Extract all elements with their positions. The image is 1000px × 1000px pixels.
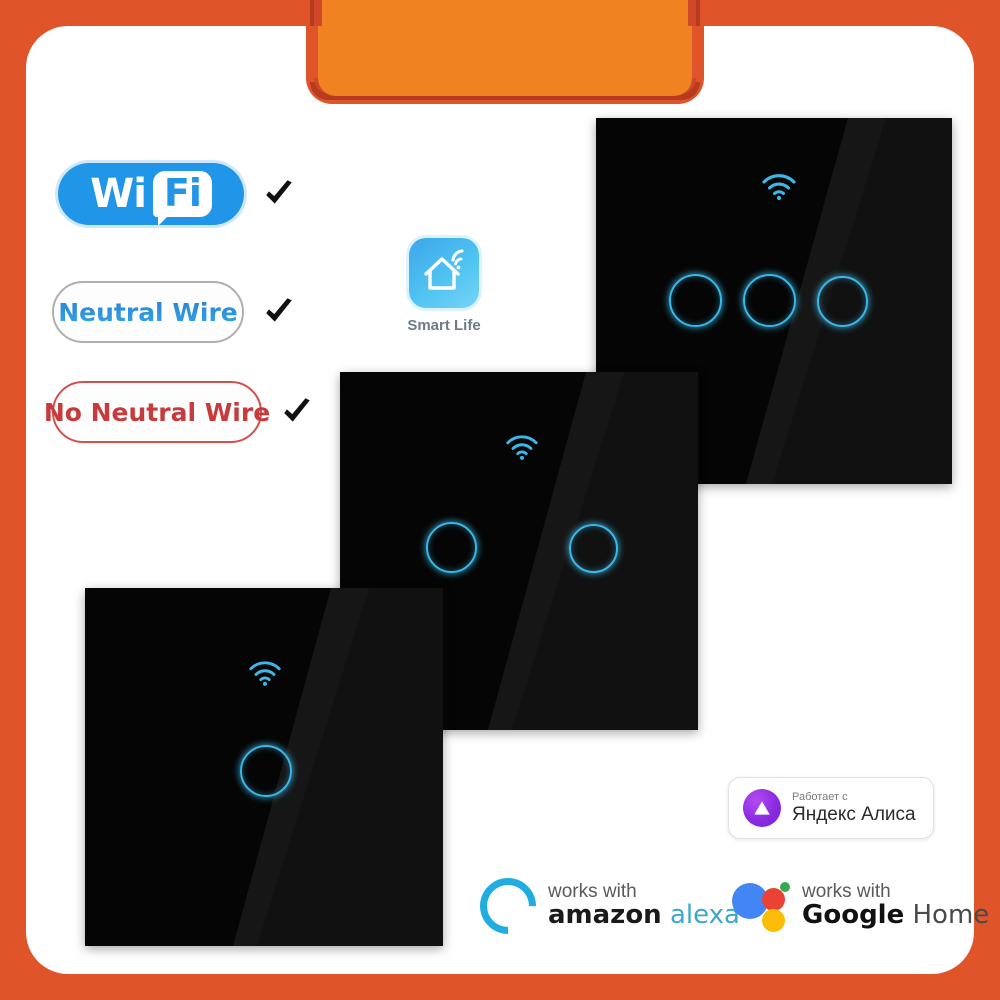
touch-button-1[interactable]: [669, 274, 722, 327]
alexa-wordmark: alexa: [661, 900, 740, 931]
google-assistant-icon: [732, 878, 790, 934]
wifi-badge-fi: Fi: [163, 171, 202, 215]
google-dot-green: [780, 882, 790, 892]
home-wordmark: Home: [904, 900, 990, 931]
alexa-works-with-label: works with: [548, 881, 637, 903]
feature-neutral-wire-row: Neutral Wire: [52, 281, 296, 343]
no-neutral-wire-badge: No Neutral Wire: [44, 381, 270, 443]
google-dot-yellow: [762, 909, 785, 932]
product-image-canvas: Wi Fi Neutral Wire No Neutral Wire Smart…: [0, 0, 1000, 1000]
amazon-wordmark: amazon: [548, 900, 662, 931]
yandex-alice-badge: Работает с Яндекс Алиса: [728, 777, 934, 839]
touch-button-2[interactable]: [743, 274, 796, 327]
smart-life-app: Smart Life: [398, 238, 490, 334]
yandex-works-with-label: Работает с: [792, 790, 848, 803]
yandex-alice-icon: [743, 789, 781, 827]
switch-panel-1-gang[interactable]: [85, 588, 443, 946]
touch-button-2[interactable]: [569, 524, 618, 573]
notch-fill: [318, 26, 692, 96]
touch-button-1[interactable]: [240, 745, 292, 797]
no-neutral-wire-label: No Neutral Wire: [43, 397, 271, 427]
wifi-badge-bubble: Fi: [152, 171, 212, 226]
wifi-badge: Wi Fi: [58, 163, 244, 226]
wifi-badge-wi: Wi: [90, 171, 147, 217]
checkmark-icon: [284, 398, 310, 422]
wifi-indicator-icon: [762, 174, 796, 201]
google-works-with-label: works with: [802, 881, 891, 903]
google-wordmark: Google: [802, 900, 905, 931]
alexa-brand-label: amazon alexa: [548, 902, 740, 929]
wifi-indicator-icon: [506, 435, 538, 460]
yandex-alice-label: Яндекс Алиса: [792, 803, 916, 825]
neutral-wire-label: Neutral Wire: [58, 297, 238, 327]
feature-no-neutral-wire-row: No Neutral Wire: [44, 381, 314, 443]
google-dot-red: [762, 888, 785, 911]
google-home-badge: works with Google Home: [732, 878, 989, 934]
wifi-indicator-icon: [249, 661, 281, 686]
neutral-wire-badge: Neutral Wire: [52, 281, 244, 343]
amazon-alexa-badge: works with amazon alexa: [468, 866, 740, 946]
touch-button-1[interactable]: [426, 522, 477, 573]
feature-wifi-row: Wi Fi: [58, 163, 296, 226]
checkmark-icon: [266, 298, 292, 322]
checkmark-icon: [266, 180, 292, 204]
smart-home-wifi-icon: [409, 238, 479, 308]
alice-triangle-glyph: [754, 801, 770, 815]
google-brand-label: Google Home: [802, 902, 989, 929]
smart-life-label: Smart Life: [407, 317, 481, 334]
touch-button-3[interactable]: [817, 276, 868, 327]
alexa-icon: [468, 866, 548, 946]
